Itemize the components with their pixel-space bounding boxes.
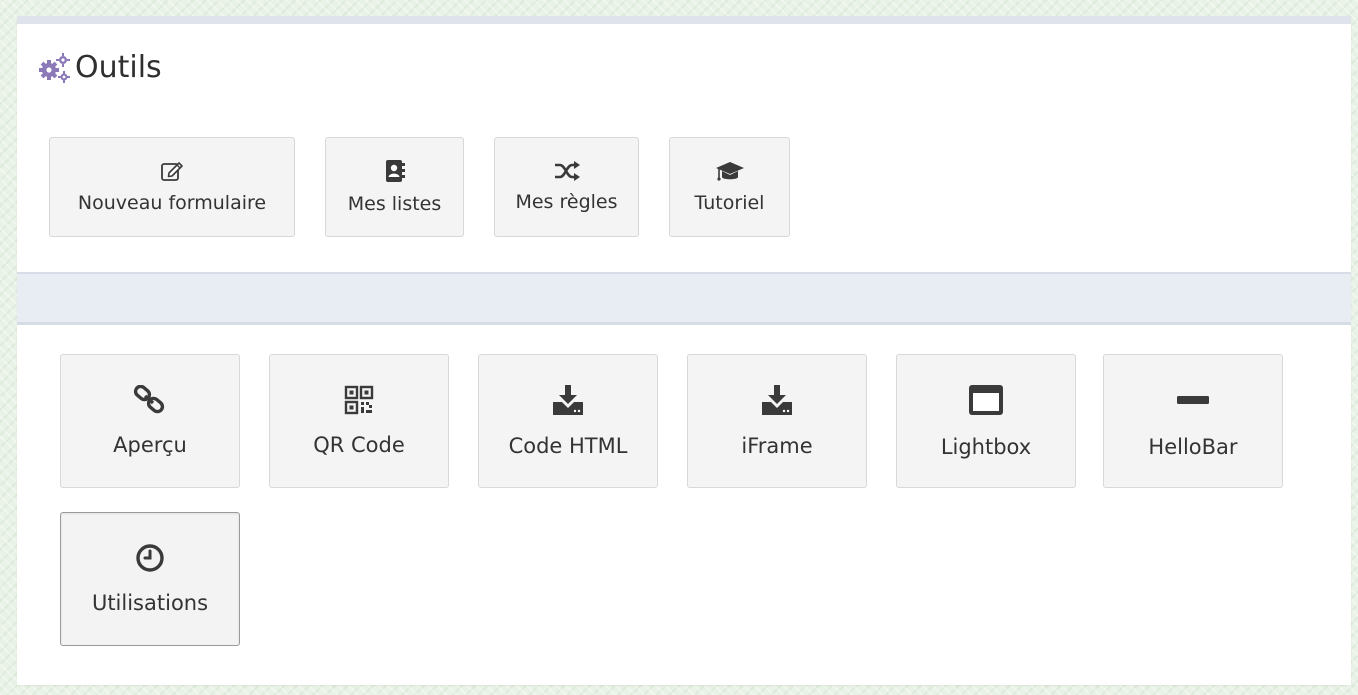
preview-label: Aperçu bbox=[113, 433, 187, 457]
hellobar-button[interactable]: HelloBar bbox=[1103, 354, 1283, 488]
lightbox-label: Lightbox bbox=[940, 435, 1032, 459]
contact-book-icon bbox=[385, 159, 405, 187]
tools-panel: Outils Nouveau formulaire Mes listes Mes… bbox=[17, 16, 1351, 685]
my-rules-button[interactable]: Mes règles bbox=[494, 137, 639, 237]
iframe-button[interactable]: iFrame bbox=[687, 354, 867, 488]
tutorial-label: Tutoriel bbox=[694, 192, 765, 214]
download-icon bbox=[760, 384, 794, 420]
minus-icon bbox=[1176, 383, 1210, 421]
usages-button[interactable]: Utilisations bbox=[60, 512, 240, 646]
my-lists-button[interactable]: Mes listes bbox=[325, 137, 464, 237]
link-icon bbox=[133, 384, 167, 419]
tutorial-button[interactable]: Tutoriel bbox=[669, 137, 790, 237]
qr-code-label: QR Code bbox=[313, 433, 405, 457]
page-title: Outils bbox=[75, 50, 162, 85]
qr-code-button[interactable]: QR Code bbox=[269, 354, 449, 488]
my-lists-label: Mes listes bbox=[347, 193, 442, 215]
iframe-label: iFrame bbox=[741, 434, 813, 458]
page-title-row: Outils bbox=[37, 50, 162, 85]
download-icon bbox=[551, 384, 585, 420]
qrcode-icon bbox=[344, 385, 374, 419]
window-icon bbox=[967, 383, 1005, 421]
new-form-button[interactable]: Nouveau formulaire bbox=[49, 137, 295, 237]
html-code-button[interactable]: Code HTML bbox=[478, 354, 658, 488]
tools-header: Outils Nouveau formulaire Mes listes Mes… bbox=[17, 24, 1351, 272]
graduation-cap-icon bbox=[715, 160, 745, 186]
hellobar-label: HelloBar bbox=[1148, 435, 1238, 459]
preview-button[interactable]: Aperçu bbox=[60, 354, 240, 488]
my-rules-label: Mes règles bbox=[515, 191, 618, 213]
clock-icon bbox=[135, 543, 165, 577]
lightbox-button[interactable]: Lightbox bbox=[896, 354, 1076, 488]
shuffle-icon bbox=[554, 161, 580, 185]
section-divider bbox=[17, 272, 1351, 325]
new-form-label: Nouveau formulaire bbox=[77, 192, 267, 214]
edit-icon bbox=[160, 160, 184, 186]
usages-label: Utilisations bbox=[91, 591, 209, 615]
cogs-icon bbox=[37, 51, 71, 85]
html-code-label: Code HTML bbox=[508, 434, 628, 458]
